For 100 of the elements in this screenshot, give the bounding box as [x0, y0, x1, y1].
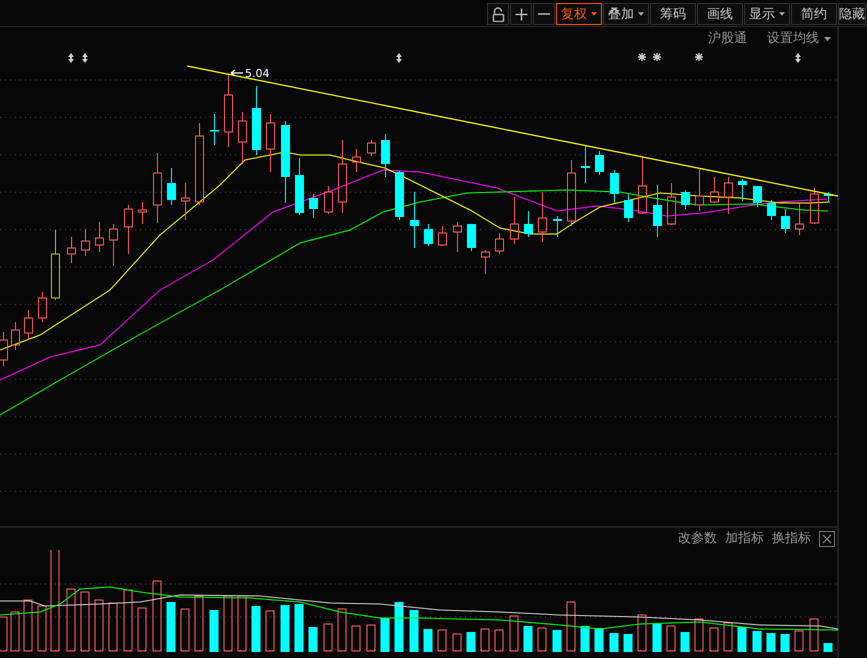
volume-bar [694, 618, 704, 652]
candlestick [0, 332, 8, 366]
candlestick [295, 158, 304, 216]
candlestick [795, 202, 804, 236]
candlestick [153, 152, 162, 224]
candlestick [11, 322, 20, 350]
candlestick [667, 182, 676, 226]
toolbar-button[interactable]: 隐藏 [838, 3, 866, 25]
candlestick [252, 86, 261, 156]
double-arrow-icon [68, 53, 74, 63]
volume-bar [108, 602, 118, 652]
lock-icon [492, 6, 504, 22]
toolbar-button[interactable]: 筹码 [650, 3, 696, 25]
minus-button[interactable] [533, 3, 555, 25]
toolbar-button[interactable]: 简约 [791, 3, 837, 25]
candlestick [810, 188, 819, 224]
indicator-link[interactable]: 换指标 [772, 529, 811, 549]
volume-bar [480, 628, 490, 652]
plus-icon [514, 8, 528, 20]
close-icon [822, 534, 832, 544]
candlestick [181, 182, 190, 220]
candlestick [495, 232, 504, 254]
volume-bar [610, 633, 618, 652]
volume-bar [94, 600, 104, 652]
candlestick [653, 184, 662, 238]
toolbar-button[interactable]: 画线 [697, 3, 743, 25]
candlestick [824, 192, 833, 202]
volume-bar [138, 608, 146, 652]
volume-bar [724, 622, 732, 652]
volume-bar [280, 605, 290, 652]
volume-bar [80, 592, 90, 652]
volume-bar [410, 610, 418, 652]
candlestick [753, 186, 762, 208]
candlestick [238, 112, 247, 164]
volume-bar [538, 628, 546, 652]
indicator-link[interactable]: 加指标 [725, 529, 764, 549]
volume-bar [580, 626, 590, 652]
volume-bar [466, 632, 476, 652]
candlestick [138, 202, 147, 224]
candlestick [695, 168, 704, 212]
candlestick [410, 192, 419, 248]
toolbar-button[interactable]: 显示 [744, 3, 790, 25]
indicator-link[interactable]: 改参数 [678, 529, 717, 549]
candlestick [324, 186, 333, 214]
candlestick [395, 170, 404, 220]
volume-bar [24, 600, 32, 652]
candlestick [553, 216, 562, 238]
volume-bar [424, 629, 432, 652]
asterisk-icon [694, 52, 704, 62]
volume-bar [794, 630, 804, 652]
trend-line[interactable] [186, 65, 838, 197]
volume-bar [308, 627, 318, 652]
chart-link[interactable]: 设置均线 [767, 28, 831, 48]
candlestick [467, 224, 476, 252]
candlestick [81, 228, 90, 256]
volume-bar [494, 630, 504, 652]
volume-bar [680, 632, 690, 652]
plus-button[interactable] [510, 3, 532, 25]
candlestick [109, 224, 118, 266]
toolbar-button[interactable]: 复权 [556, 3, 602, 25]
double-arrow-icon [82, 53, 88, 63]
candlestick [24, 310, 33, 340]
volume-bar [510, 616, 518, 652]
candlestick [51, 230, 60, 300]
price-label: 5.04 [245, 67, 270, 80]
candlestick [767, 200, 776, 220]
volume-bar [666, 626, 676, 652]
candlestick [438, 226, 447, 246]
candlestick [510, 196, 519, 244]
candlestick [595, 150, 604, 176]
candlestick [95, 222, 104, 252]
volume-bar [352, 626, 360, 652]
candlestick [67, 236, 76, 264]
candlestick [538, 192, 547, 242]
volume-bar [338, 608, 346, 652]
chart-link[interactable]: 沪股通 [708, 28, 747, 48]
close-button[interactable] [819, 531, 835, 547]
volume-bar [166, 602, 176, 652]
candlestick [210, 114, 219, 146]
volume-bar [652, 624, 662, 652]
volume-bar [124, 590, 132, 652]
volume-bar [438, 630, 446, 652]
volume-bar [624, 634, 632, 652]
volume-bar [10, 612, 20, 652]
volume-bar [38, 606, 46, 652]
double-arrow-icon [396, 53, 402, 63]
candlestick [567, 160, 576, 226]
candlestick [638, 156, 647, 214]
volume-bar [180, 608, 190, 652]
double-arrow-icon [795, 53, 801, 63]
asterisk-icon [637, 52, 647, 62]
lock-button[interactable] [487, 3, 509, 25]
candlestick [124, 204, 133, 254]
candlestick [352, 148, 361, 172]
volume-bar [566, 602, 576, 652]
volume-bar [594, 628, 604, 652]
candlestick [524, 210, 533, 238]
toolbar-button[interactable]: 叠加 [603, 3, 649, 25]
arrow-icon [230, 69, 244, 77]
candlestick [38, 292, 47, 322]
